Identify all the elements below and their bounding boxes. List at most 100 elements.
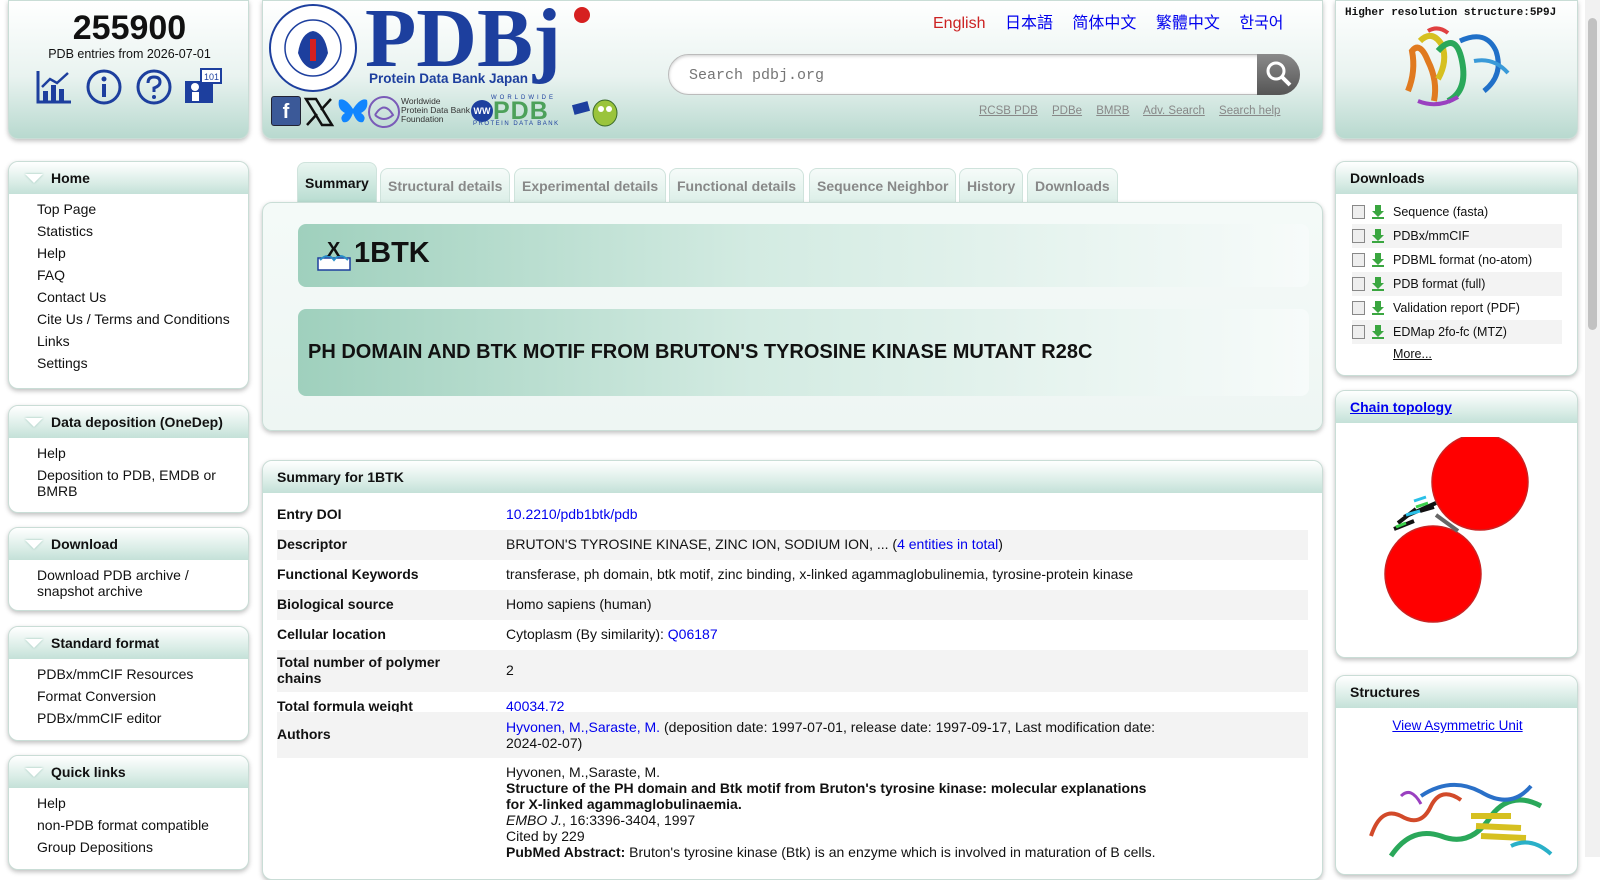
entry-count: 255900	[72, 9, 187, 47]
university-seal-icon[interactable]	[268, 3, 358, 93]
view-file-icon[interactable]	[1352, 229, 1365, 243]
download-item[interactable]: PDBML format (no-atom)	[1352, 248, 1562, 272]
collapse-triangle-icon	[25, 540, 43, 549]
download-arrow-icon[interactable]	[1371, 301, 1385, 315]
download-arrow-icon[interactable]	[1371, 253, 1385, 267]
sidebar-deposition-header[interactable]: Data deposition (OneDep)	[9, 406, 248, 438]
sidebar-item-cite[interactable]: Cite Us / Terms and Conditions	[37, 308, 238, 330]
foundation-text[interactable]: Worldwide Protein Data Bank Foundation	[401, 97, 470, 124]
link-entities[interactable]: 4 entities in total	[897, 536, 998, 552]
logo-text[interactable]: PDBj	[365, 0, 561, 81]
view-file-icon[interactable]	[1352, 205, 1365, 219]
xray-method-icon: X	[317, 239, 351, 271]
sidebar-download: Download Download PDB archive / snapshot…	[8, 527, 249, 611]
summary-heading: Summary for 1BTK	[263, 461, 1322, 493]
download-item[interactable]: Sequence (fasta)	[1352, 200, 1562, 224]
sidebar-item-mmcif-editor[interactable]: PDBx/mmCIF editor	[37, 707, 238, 729]
sidebar-item-deposition[interactable]: Deposition to PDB, EMDB or BMRB	[37, 464, 238, 502]
download-arrow-icon[interactable]	[1371, 277, 1385, 291]
link-entry-doi[interactable]: 10.2210/pdb1btk/pdb	[506, 506, 1166, 522]
logo-subtitle: Protein Data Bank Japan	[369, 71, 529, 86]
x-twitter-icon[interactable]	[303, 96, 335, 128]
sidebar-standard-format-header[interactable]: Standard format	[9, 627, 248, 659]
tab-experimental-details[interactable]: Experimental details	[514, 168, 667, 202]
download-arrow-icon[interactable]	[1371, 205, 1385, 219]
tab-structural-details[interactable]: Structural details	[380, 168, 511, 202]
sidebar-item-links[interactable]: Links	[37, 330, 238, 352]
sidebar-item-non-pdb[interactable]: non-PDB format compatible	[37, 814, 238, 836]
sidebar-item-statistics[interactable]: Statistics	[37, 220, 238, 242]
scrollbar-thumb[interactable]	[1588, 18, 1597, 330]
sidebar-item-contact[interactable]: Contact Us	[37, 286, 238, 308]
page-scrollbar[interactable]	[1585, 0, 1600, 857]
download-item[interactable]: PDBx/mmCIF	[1352, 224, 1562, 248]
downloads-more-link[interactable]: More...	[1393, 347, 1432, 361]
link-uniprot[interactable]: Q06187	[668, 626, 718, 642]
featured-structure-box[interactable]: Higher resolution structure:5P9J	[1335, 0, 1578, 139]
link-search-help[interactable]: Search help	[1219, 105, 1280, 117]
bluesky-icon[interactable]	[337, 97, 369, 125]
wwpdb-logo[interactable]: WORLDWIDE WW PDB PROTEIN DATA BANK	[471, 95, 619, 129]
download-label[interactable]: PDBML format (no-atom)	[1393, 253, 1532, 267]
search-input[interactable]	[689, 63, 1249, 87]
wwpdb-ww-badge: WW	[471, 100, 493, 122]
tab-sequence-neighbor[interactable]: Sequence Neighbor	[809, 168, 957, 202]
lang-korean[interactable]: 한국어	[1239, 15, 1283, 32]
tab-summary[interactable]: Summary	[297, 162, 377, 203]
download-label[interactable]: PDB format (full)	[1393, 277, 1485, 291]
download-item[interactable]: PDB format (full)	[1352, 272, 1562, 296]
link-bmrb[interactable]: BMRB	[1096, 105, 1129, 117]
download-item[interactable]: Validation report (PDF)	[1352, 296, 1562, 320]
sidebar-item-format-conversion[interactable]: Format Conversion	[37, 685, 238, 707]
sidebar-download-header[interactable]: Download	[9, 528, 248, 560]
structure-thumbnail[interactable]	[1361, 776, 1561, 866]
label-biological-source: Biological source	[277, 596, 394, 612]
download-arrow-icon[interactable]	[1371, 229, 1385, 243]
download-item[interactable]: EDMap 2fo-fc (MTZ)	[1352, 320, 1562, 344]
download-label[interactable]: PDBx/mmCIF	[1393, 229, 1469, 243]
lang-japanese[interactable]: 日本語	[1005, 15, 1053, 32]
tab-history[interactable]: History	[959, 168, 1024, 202]
sidebar-home-header[interactable]: Home	[9, 162, 248, 194]
sidebar-item-deposition-help[interactable]: Help	[37, 442, 238, 464]
chain-topology-link[interactable]: Chain topology	[1350, 399, 1452, 415]
link-authors[interactable]: Hyvonen, M.,Saraste, M.	[506, 719, 660, 735]
abstract-text: Bruton's tyrosine kinase (Btk) is an enz…	[625, 844, 1156, 860]
view-file-icon[interactable]	[1352, 301, 1365, 315]
view-file-icon[interactable]	[1352, 277, 1365, 291]
view-file-icon[interactable]	[1352, 253, 1365, 267]
download-label[interactable]: Validation report (PDF)	[1393, 301, 1520, 315]
help-icon[interactable]	[135, 69, 173, 105]
download-label[interactable]: EDMap 2fo-fc (MTZ)	[1393, 325, 1507, 339]
cellular-location-value: Cytoplasm (By similarity): Q06187	[506, 626, 1166, 642]
link-rcsb[interactable]: RCSB PDB	[979, 105, 1038, 117]
featured-structure-image[interactable]	[1398, 21, 1518, 113]
info-icon[interactable]	[85, 69, 123, 105]
download-label[interactable]: Sequence (fasta)	[1393, 205, 1488, 219]
sidebar-item-mmcif-resources[interactable]: PDBx/mmCIF Resources	[37, 663, 238, 685]
wwpdb-foundation-icon[interactable]	[367, 95, 401, 129]
lang-traditional-chinese[interactable]: 繁體中文	[1156, 15, 1220, 32]
statistics-chart-icon[interactable]	[35, 69, 73, 105]
download-arrow-icon[interactable]	[1371, 325, 1385, 339]
sidebar-item-quick-help[interactable]: Help	[37, 792, 238, 814]
sidebar-item-faq[interactable]: FAQ	[37, 264, 238, 286]
tab-functional-details[interactable]: Functional details	[669, 168, 805, 202]
search-button[interactable]	[1257, 54, 1300, 95]
sidebar-item-top-page[interactable]: Top Page	[37, 198, 238, 220]
sidebar-quick-links-header[interactable]: Quick links	[9, 756, 248, 788]
view-file-icon[interactable]	[1352, 325, 1365, 339]
lang-english[interactable]: English	[933, 15, 985, 32]
tab-downloads[interactable]: Downloads	[1027, 168, 1118, 202]
tutorial-101-icon[interactable]: 101	[183, 67, 223, 105]
link-adv-search[interactable]: Adv. Search	[1143, 105, 1205, 117]
sidebar-item-download-archive[interactable]: Download PDB archive / snapshot archive	[37, 564, 238, 602]
lang-simplified-chinese[interactable]: 简体中文	[1072, 15, 1136, 32]
sidebar-item-help[interactable]: Help	[37, 242, 238, 264]
facebook-icon[interactable]: f	[271, 96, 301, 126]
sidebar-item-group-depositions[interactable]: Group Depositions	[37, 836, 238, 858]
view-asymmetric-unit-link[interactable]: View Asymmetric Unit	[1336, 718, 1579, 733]
chain-topology-diagram[interactable]	[1376, 437, 1536, 633]
sidebar-item-settings[interactable]: Settings	[37, 352, 238, 374]
link-pdbe[interactable]: PDBe	[1052, 105, 1082, 117]
